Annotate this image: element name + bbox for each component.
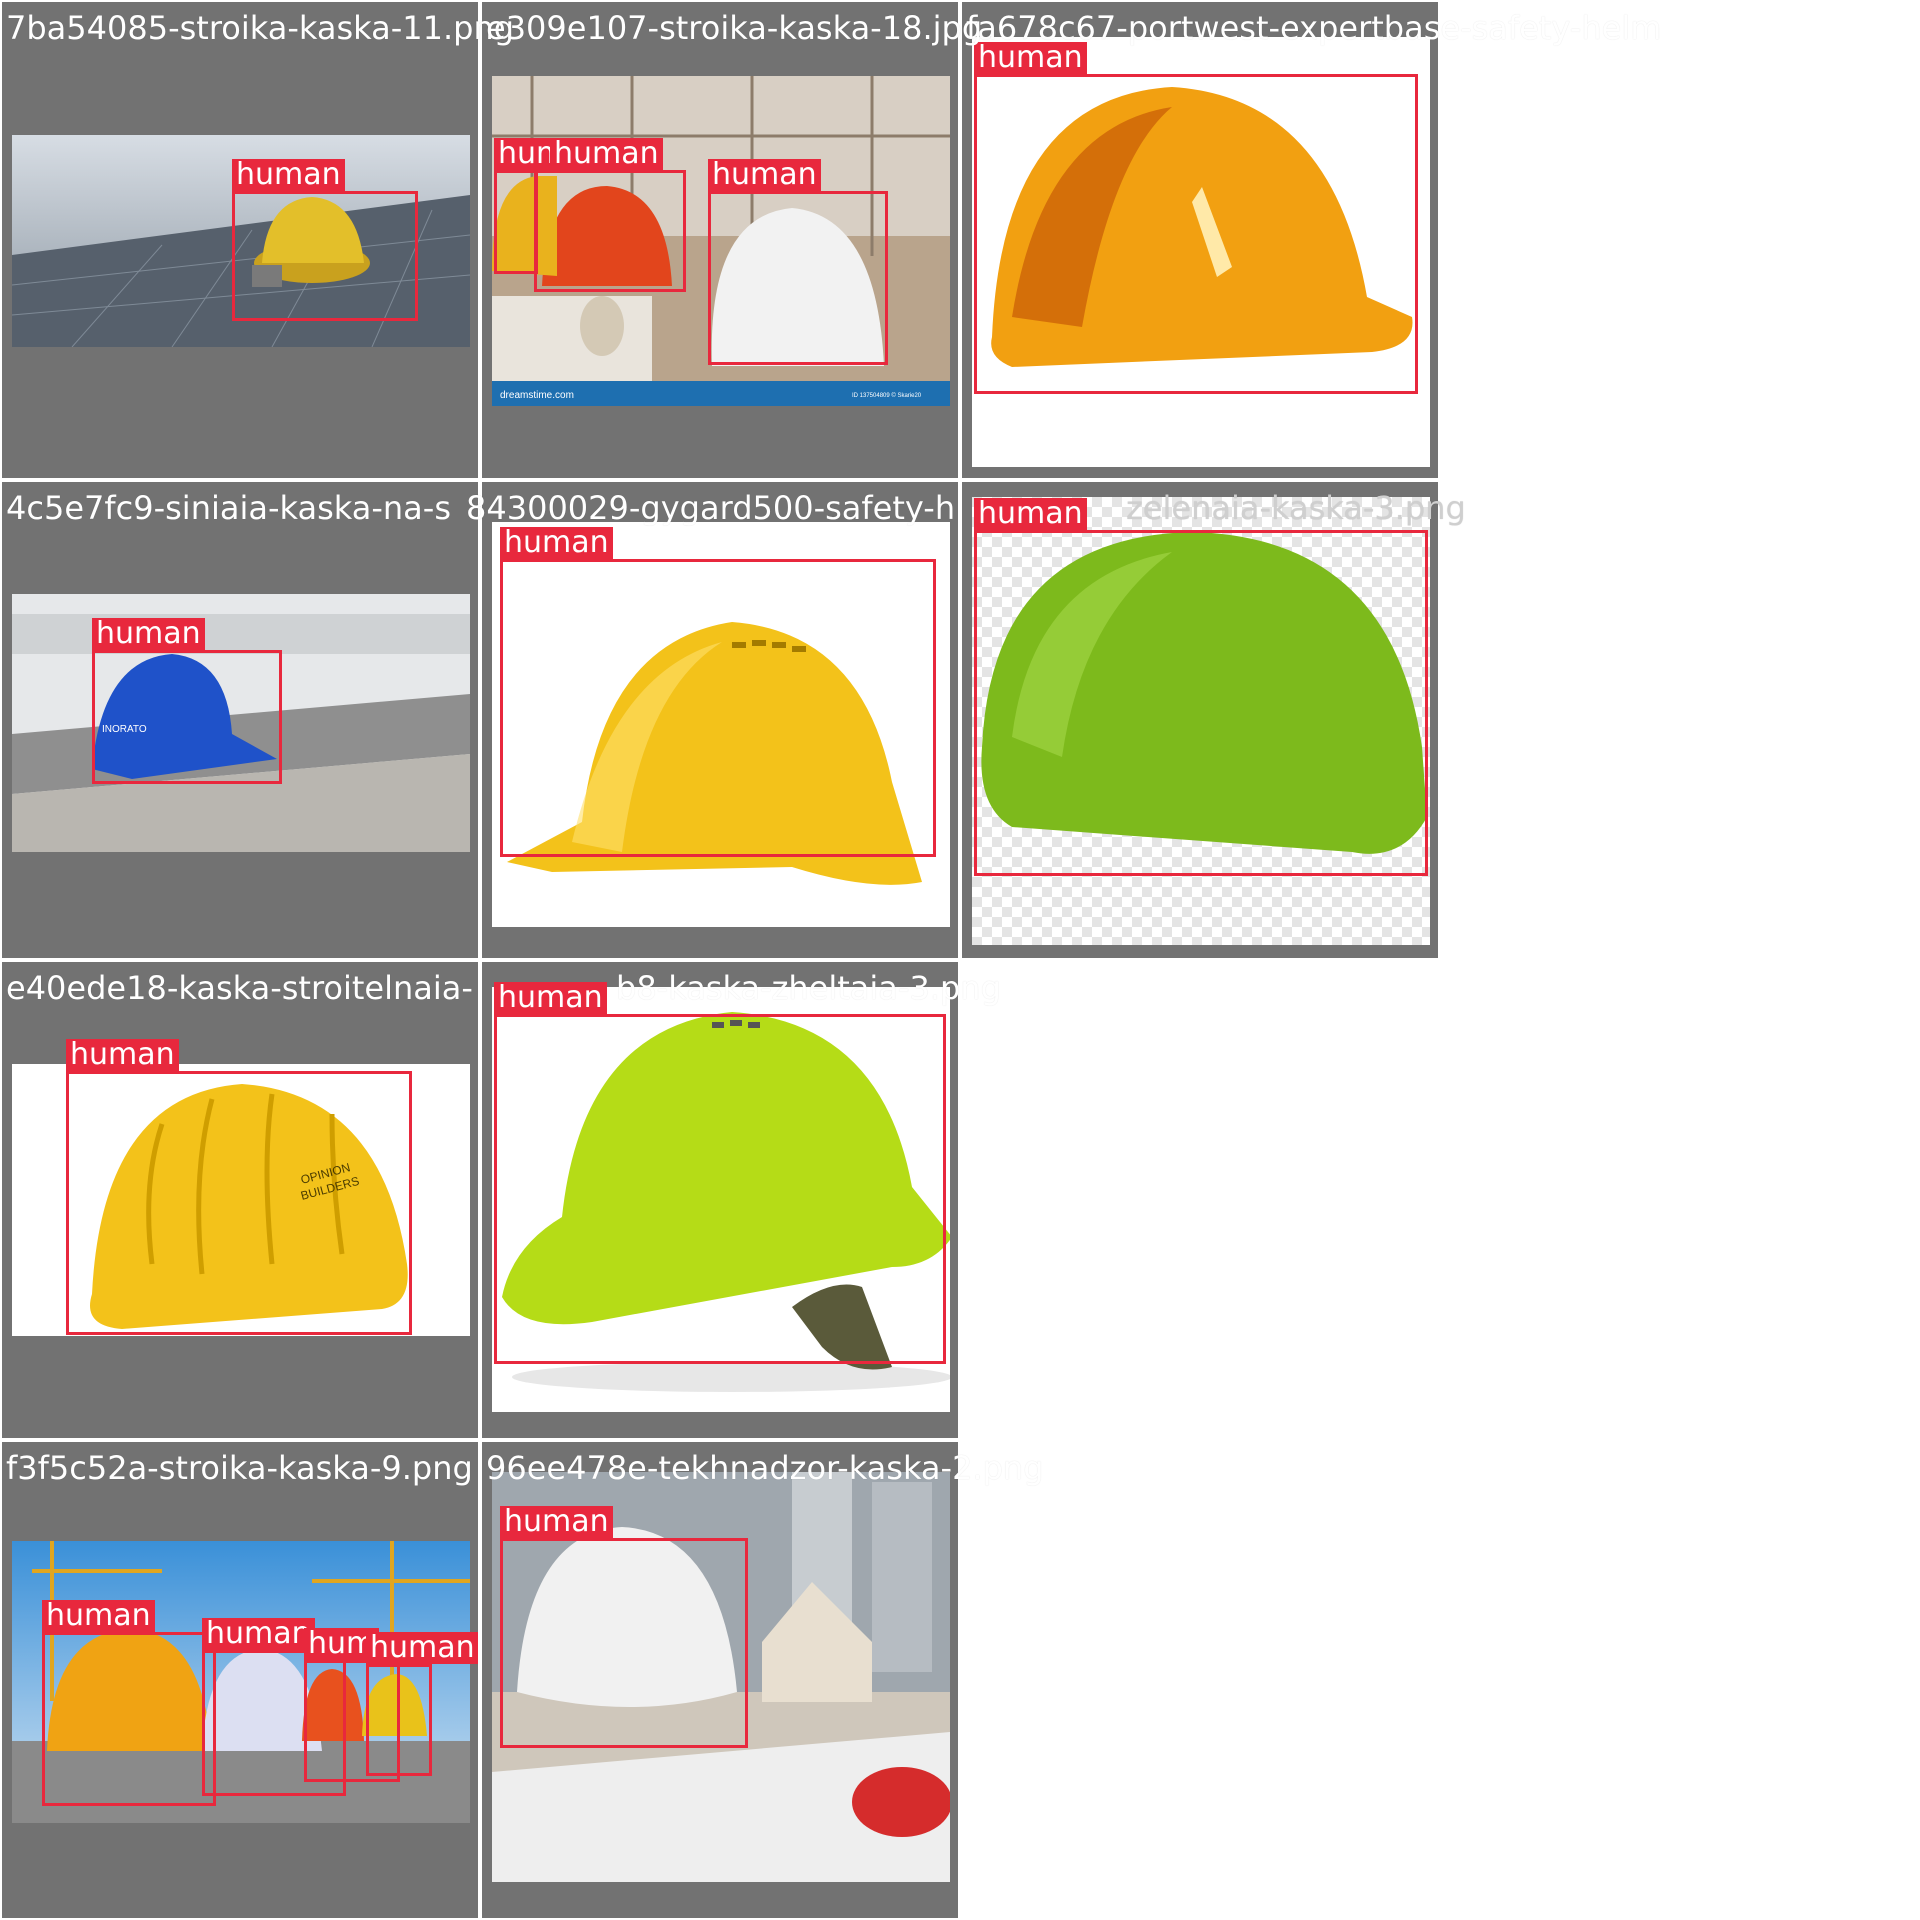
detection-box (500, 559, 936, 857)
detection-label: human (42, 1600, 155, 1632)
detection-label: human (66, 1039, 179, 1071)
detection-box (366, 1664, 432, 1776)
detection-grid: human dreamstime.com ID 137504809 © Skar… (0, 0, 1920, 1920)
detection-box (42, 1632, 216, 1806)
detection-label: human (974, 498, 1087, 530)
detection-box (974, 530, 1428, 876)
detection-box (708, 191, 888, 365)
tile-4: INORATO human (0, 480, 480, 960)
dreamstime-id-text: ID 137504809 © Skarie20 (852, 392, 922, 399)
detection-box (66, 1071, 412, 1335)
detection-label: human (550, 138, 663, 170)
tile-1: human (0, 0, 480, 480)
detection-label: human (500, 1506, 613, 1538)
tile-9: human human hum human (0, 1440, 480, 1920)
tile-6: human (960, 480, 1440, 960)
tile-7: OPINION BUILDERS human (0, 960, 480, 1440)
tile-2: dreamstime.com ID 137504809 © Skarie20 h… (480, 0, 960, 480)
detection-box (92, 650, 282, 784)
detection-label: human (366, 1632, 478, 1664)
tile-3: human (960, 0, 1440, 480)
tile-5: human (480, 480, 960, 960)
detection-label: human (974, 42, 1087, 74)
detection-label: human (500, 527, 613, 559)
detection-box (974, 74, 1418, 394)
detection-box (534, 170, 686, 292)
detection-box (494, 170, 538, 274)
dreamstime-text: dreamstime.com (500, 390, 574, 401)
detection-label: human (232, 159, 345, 191)
detection-box (232, 191, 418, 321)
detection-label: human (494, 982, 607, 1014)
detection-label: human (202, 1618, 315, 1650)
tile-10: human (480, 1440, 960, 1920)
detection-label: human (92, 618, 205, 650)
detection-box (494, 1014, 946, 1364)
detection-label: human (708, 159, 821, 191)
tile-8: human (480, 960, 960, 1440)
detection-box (500, 1538, 748, 1748)
